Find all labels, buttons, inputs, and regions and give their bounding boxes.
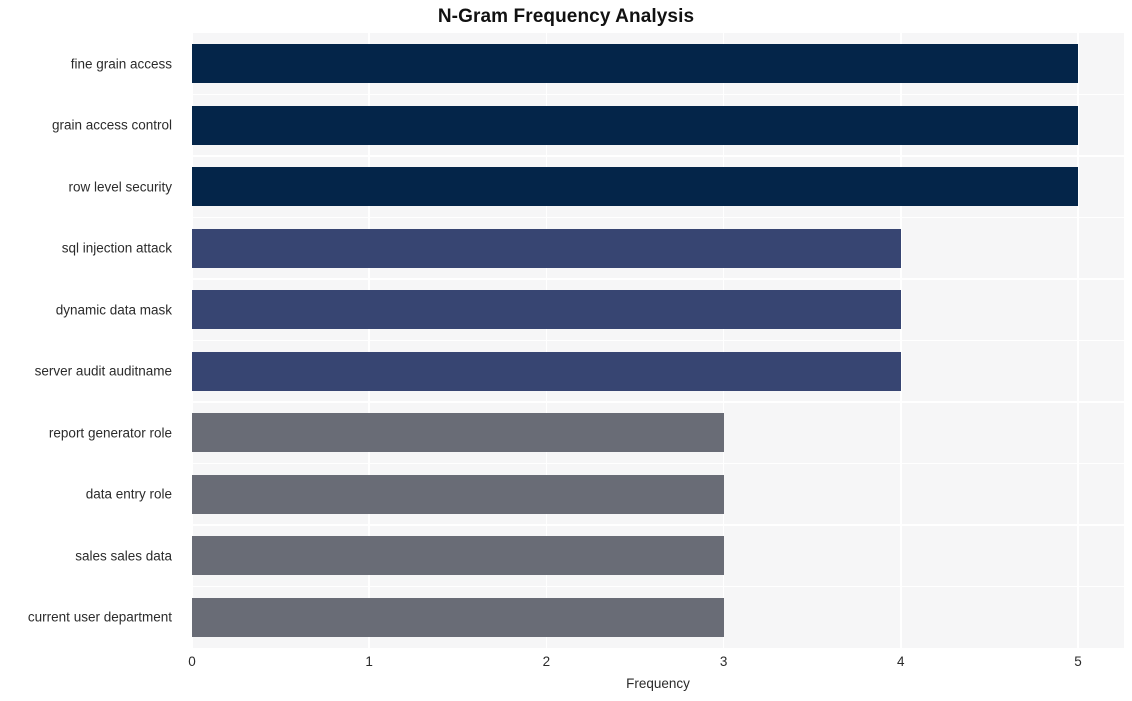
- x-axis-tick-label: 1: [365, 654, 373, 669]
- x-axis-tick-label: 5: [1074, 654, 1082, 669]
- y-axis-tick-label: sql injection attack: [61, 240, 172, 256]
- y-axis-tick-label: grain access control: [51, 117, 172, 133]
- bar[interactable]: [192, 228, 901, 268]
- bar[interactable]: [192, 44, 1078, 84]
- x-axis-tick-label: 3: [719, 654, 728, 669]
- bar[interactable]: [192, 597, 724, 637]
- bar[interactable]: [192, 474, 724, 514]
- gridline-horizontal: [192, 524, 1124, 526]
- bar[interactable]: [192, 413, 724, 453]
- x-axis-tick-label: 0: [188, 654, 196, 669]
- gridline-horizontal: [192, 155, 1124, 157]
- gridline-horizontal: [192, 462, 1124, 465]
- ngram-frequency-bar-chart: N-Gram Frequency Analysis fine grain acc…: [0, 0, 1132, 701]
- x-axis-title: Frequency: [626, 676, 690, 691]
- bar[interactable]: [192, 536, 724, 576]
- y-axis-tick-label: data entry role: [85, 486, 172, 502]
- gridline-horizontal: [192, 585, 1124, 588]
- y-axis-tick-label: row level security: [68, 179, 172, 195]
- y-axis-tick-label: dynamic data mask: [55, 302, 172, 318]
- gridline-horizontal: [192, 216, 1124, 219]
- plot-area: [192, 33, 1124, 648]
- y-axis-tick-labels: fine grain access grain access control row…: [0, 33, 182, 648]
- y-axis-tick-label: server audit auditname: [34, 363, 172, 379]
- gridline-horizontal: [192, 93, 1124, 96]
- gridline-horizontal: [192, 401, 1124, 403]
- y-axis-tick-label: fine grain access: [70, 56, 172, 72]
- y-axis-tick-label: sales sales data: [75, 548, 172, 564]
- bar[interactable]: [192, 351, 901, 391]
- bar[interactable]: [192, 167, 1078, 207]
- x-axis: 0 1 2 3 4 5 Frequency: [0, 648, 1132, 701]
- y-axis-tick-label: current user department: [27, 609, 172, 625]
- x-axis-tick-label: 4: [897, 654, 905, 669]
- bar[interactable]: [192, 290, 901, 330]
- gridline-horizontal: [192, 339, 1124, 342]
- bar[interactable]: [192, 105, 1078, 145]
- gridline-horizontal: [192, 278, 1124, 280]
- y-axis-tick-label: report generator role: [48, 425, 172, 441]
- x-axis-tick-label: 2: [542, 654, 551, 669]
- chart-title: N-Gram Frequency Analysis: [437, 6, 695, 27]
